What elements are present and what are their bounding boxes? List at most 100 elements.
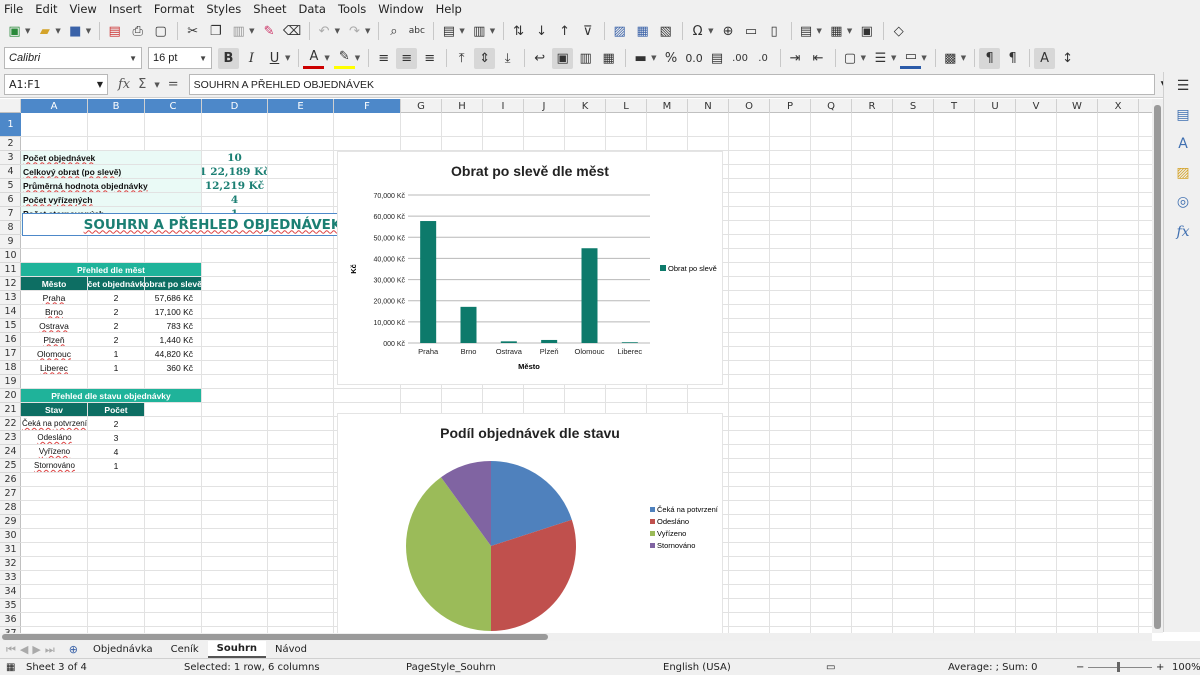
row-header-31[interactable]: 31 <box>0 543 21 557</box>
align-top-icon[interactable]: ⤒ <box>451 48 472 69</box>
city-revenue-cell[interactable]: 57,686 Kč <box>145 291 201 304</box>
column-header-c[interactable]: C <box>145 99 202 113</box>
row-header-15[interactable]: 15 <box>0 319 21 333</box>
increase-indent-icon[interactable]: ⇥ <box>785 48 806 69</box>
row-header-24[interactable]: 24 <box>0 445 21 459</box>
city-count-cell[interactable]: 2 <box>88 333 144 346</box>
summary-value[interactable]: 4 <box>202 193 267 206</box>
special-character-icon[interactable]: Ω <box>687 21 708 42</box>
define-print-area-icon[interactable]: ▤ <box>796 21 817 42</box>
city-count-cell[interactable]: 2 <box>88 319 144 332</box>
row-header-25[interactable]: 25 <box>0 459 21 473</box>
font-color-icon[interactable]: A <box>303 48 325 69</box>
row-header-14[interactable]: 14 <box>0 305 21 319</box>
align-right-icon[interactable]: ≡ <box>419 48 440 69</box>
formula-input[interactable]: SOUHRN A PŘEHLED OBJEDNÁVEK <box>188 74 1155 95</box>
bar[interactable] <box>581 248 598 343</box>
city-count-cell[interactable]: 2 <box>88 291 144 304</box>
row-header-34[interactable]: 34 <box>0 585 21 599</box>
unmerge-cells-icon[interactable]: ▦ <box>598 48 619 69</box>
column-header-m[interactable]: M <box>647 99 688 113</box>
cut-icon[interactable]: ✂ <box>182 21 203 42</box>
pie-chart[interactable]: Podíl objednávek dle stavu Čeká na potvr… <box>337 413 723 633</box>
border-color-icon[interactable]: ▭ <box>900 48 922 69</box>
menu-icon[interactable]: ☰ <box>1173 76 1193 96</box>
tab-návod[interactable]: Návod <box>266 641 316 658</box>
column-header-n[interactable]: N <box>688 99 729 113</box>
function-wizard-icon[interactable]: fx <box>118 77 130 92</box>
row-header-6[interactable]: 6 <box>0 193 21 207</box>
vertical-scroll-thumb[interactable] <box>1154 105 1161 629</box>
export-pdf-icon[interactable]: ▤ <box>104 21 125 42</box>
autofilter-icon[interactable]: ⊽ <box>577 21 598 42</box>
comment-icon[interactable]: ▭ <box>741 21 762 42</box>
status-count-cell[interactable]: 3 <box>88 431 144 444</box>
row-header-33[interactable]: 33 <box>0 571 21 585</box>
status-name-cell[interactable]: Odesláno <box>21 431 87 444</box>
zoom-out-icon[interactable]: − <box>1076 662 1084 673</box>
row-header-21[interactable]: 21 <box>0 403 21 417</box>
tab-objednávka[interactable]: Objednávka <box>84 641 162 658</box>
row-header-7[interactable]: 7 <box>0 207 21 221</box>
column-header-b[interactable]: B <box>88 99 145 113</box>
summary-label[interactable]: Počet vyřízených <box>21 193 201 206</box>
navigator-icon[interactable]: ◎ <box>1173 192 1193 212</box>
conditional-format-icon[interactable]: ▩ <box>940 48 961 69</box>
column-header-k[interactable]: K <box>565 99 606 113</box>
status-count-cell[interactable]: 2 <box>88 417 144 430</box>
city-revenue-cell[interactable]: 17,100 Kč <box>145 305 201 318</box>
row-header-2[interactable]: 2 <box>0 137 21 151</box>
summary-value[interactable]: 1 22,189 Kč <box>202 165 267 178</box>
align-center-icon[interactable]: ≡ <box>396 47 418 69</box>
row-header-10[interactable]: 10 <box>0 249 21 263</box>
column-header-j[interactable]: J <box>524 99 565 113</box>
sum-icon[interactable]: Σ <box>138 77 146 92</box>
underline-icon[interactable]: U <box>264 48 285 69</box>
selection-mode-icon[interactable]: ▭ <box>826 662 835 673</box>
row-header-5[interactable]: 5 <box>0 179 21 193</box>
paste-icon[interactable]: ▥ <box>228 21 249 42</box>
hyperlink-icon[interactable]: ⊕ <box>718 21 739 42</box>
bar[interactable] <box>460 306 477 343</box>
insert-image-icon[interactable]: ▨ <box>609 21 630 42</box>
percent-format-icon[interactable]: % <box>661 48 682 69</box>
city-count-cell[interactable]: 1 <box>88 361 144 374</box>
city-name-cell[interactable]: Olomouc <box>21 347 87 360</box>
column-header-a[interactable]: A <box>21 99 88 113</box>
menu-window[interactable]: Window <box>378 2 423 16</box>
column-icon[interactable]: ▥ <box>469 21 490 42</box>
column-header-i[interactable]: I <box>483 99 524 113</box>
insert-chart-icon[interactable]: ▦ <box>632 21 653 42</box>
properties-icon[interactable]: ▤ <box>1173 105 1193 125</box>
city-name-cell[interactable]: Brno <box>21 305 87 318</box>
bar[interactable] <box>541 339 558 343</box>
tab-ceník[interactable]: Ceník <box>162 641 208 658</box>
sort-descending-icon[interactable]: ↑ <box>554 21 575 42</box>
bar-chart[interactable]: Obrat po slevě dle měst 000 Kč 10,000 Kč 2… <box>337 151 723 385</box>
menu-data[interactable]: Data <box>298 2 325 16</box>
row-header-35[interactable]: 35 <box>0 599 21 613</box>
row-header-30[interactable]: 30 <box>0 529 21 543</box>
first-sheet-icon[interactable]: ⏮ <box>6 643 16 657</box>
font-name-combo[interactable]: Calibri ▼ <box>4 47 142 69</box>
add-sheet-icon[interactable]: ⊕ <box>69 643 78 656</box>
status-column-header[interactable]: Stav <box>21 403 87 416</box>
italic-icon[interactable]: I <box>241 48 262 69</box>
highlight-color-icon[interactable]: ✎ <box>333 48 355 69</box>
find-replace-icon[interactable]: ⌕ <box>383 21 404 42</box>
menu-styles[interactable]: Styles <box>206 2 241 16</box>
row-header-9[interactable]: 9 <box>0 235 21 249</box>
align-middle-icon[interactable]: ⇕ <box>474 47 496 69</box>
row-header-23[interactable]: 23 <box>0 431 21 445</box>
row-header-18[interactable]: 18 <box>0 361 21 375</box>
date-format-icon[interactable]: ▤ <box>707 48 728 69</box>
city-revenue-cell[interactable]: 1,440 Kč <box>145 333 201 346</box>
status-count-cell[interactable]: 4 <box>88 445 144 458</box>
status-column-header[interactable]: Počet <box>88 403 144 416</box>
menu-help[interactable]: Help <box>436 2 462 16</box>
text-vertical-icon[interactable]: ↕ <box>1057 48 1078 69</box>
row-header-13[interactable]: 13 <box>0 291 21 305</box>
border-style-icon[interactable]: ☰ <box>870 48 891 69</box>
sort-icon[interactable]: ⇅ <box>508 21 529 42</box>
city-name-cell[interactable]: Plzeň <box>21 333 87 346</box>
